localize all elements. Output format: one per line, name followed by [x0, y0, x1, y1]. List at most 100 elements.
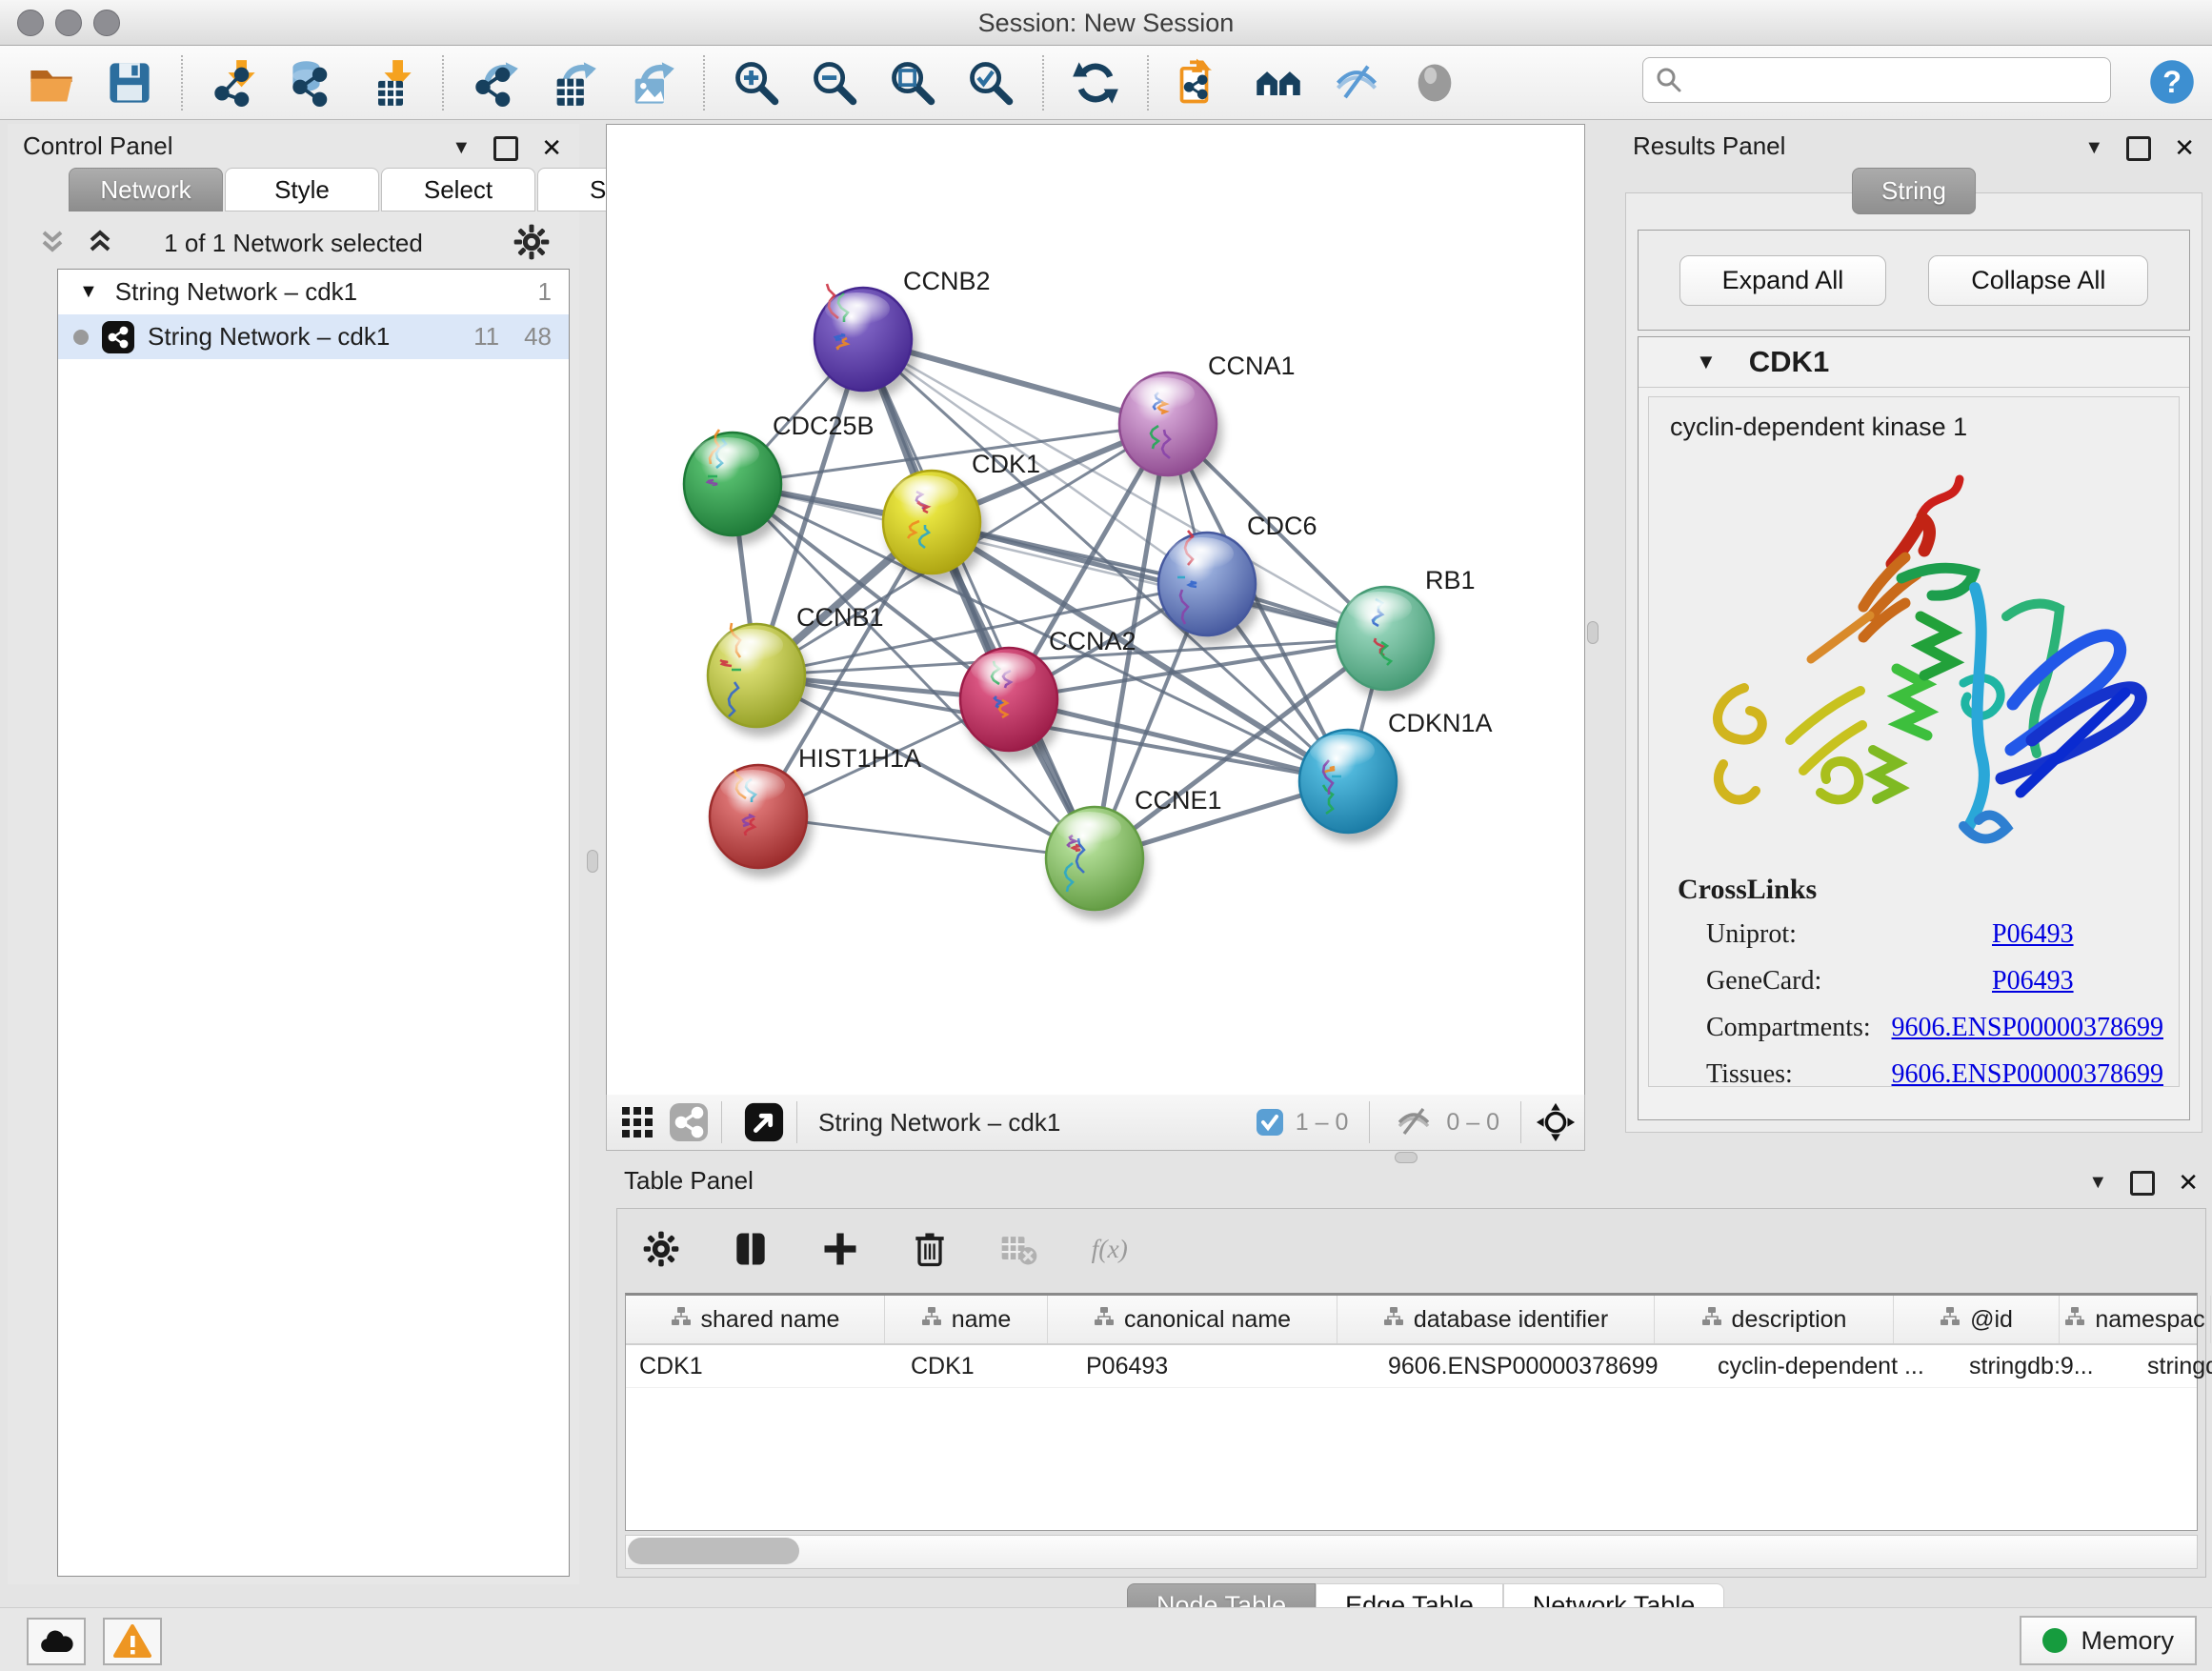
table-toolbar: f(x) [634, 1222, 1136, 1276]
network-graph[interactable]: CCNB2 CCNA1 CDC25B CDK1 CDC6 RB1 CCNB1 [607, 125, 1584, 1095]
table-cell[interactable]: cyclin-dependent ... [1704, 1345, 1956, 1387]
control-panel-collapse-icon[interactable]: ▼ [452, 137, 471, 159]
refresh-network-icon[interactable] [1069, 56, 1122, 110]
cloud-icon[interactable] [27, 1618, 86, 1665]
table-row[interactable]: CDK1CDK1P064939606.ENSP00000378699cyclin… [626, 1345, 2197, 1388]
search-input[interactable] [1693, 66, 2101, 94]
delete-table-icon[interactable] [993, 1222, 1046, 1276]
table-panel-collapse-icon[interactable]: ▼ [2088, 1172, 2107, 1194]
table-cell[interactable]: CDK1 [897, 1345, 1073, 1387]
tab-network[interactable]: Network [69, 168, 223, 211]
network-collection-row[interactable]: ▼ String Network – cdk1 1 [58, 270, 569, 314]
results-panel-float-icon[interactable] [2126, 136, 2151, 161]
left-splitter-grip[interactable] [587, 850, 598, 873]
network-row[interactable]: String Network – cdk1 11 48 [58, 314, 569, 359]
table-cell[interactable]: stringdb:9... [1956, 1345, 2134, 1387]
column-header-namespac[interactable]: namespac [2060, 1296, 2211, 1343]
help-icon[interactable]: ? [2145, 55, 2199, 109]
crosslink-link[interactable]: 9606.ENSP00000378699 [1892, 1059, 2163, 1087]
import-table-file-icon[interactable] [364, 56, 417, 110]
tab-select[interactable]: Select [381, 168, 535, 211]
hidden-elements-icon[interactable] [1391, 1101, 1437, 1143]
node-CDC25B[interactable]: CDC25B [684, 412, 875, 545]
network-share-icon[interactable] [668, 1101, 710, 1143]
node-CDC6[interactable]: CDC6 [1158, 512, 1317, 645]
table-panel-close-icon[interactable]: ✕ [2178, 1168, 2199, 1198]
table-panel: Table Panel ▼ ✕ f(x) shared namenamecano… [614, 1160, 2208, 1613]
results-panel-close-icon[interactable]: ✕ [2174, 133, 2195, 163]
node-CCNB2[interactable]: CCNB2 [814, 267, 991, 400]
gene-section-expander-icon[interactable]: ▼ [1696, 350, 1717, 374]
column-header-description[interactable]: description [1655, 1296, 1894, 1343]
tab-string[interactable]: String [1852, 168, 1976, 214]
results-panel-collapse-icon[interactable]: ▼ [2084, 137, 2103, 159]
control-panel-title: Control Panel [23, 131, 173, 161]
column-header--id[interactable]: @id [1894, 1296, 2060, 1343]
first-neighbors-icon[interactable] [1252, 56, 1305, 110]
column-header-name[interactable]: name [885, 1296, 1048, 1343]
right-splitter-grip[interactable] [1587, 621, 1599, 644]
tree-expander-icon[interactable]: ▼ [79, 281, 98, 303]
table-cell[interactable]: CDK1 [626, 1345, 897, 1387]
table-panel-float-icon[interactable] [2130, 1171, 2155, 1196]
node-RB1[interactable]: RB1 [1337, 566, 1476, 699]
search-box[interactable] [1642, 57, 2111, 103]
table-settings-gear-icon[interactable] [634, 1222, 688, 1276]
hide-selected-icon[interactable] [1330, 56, 1383, 110]
warning-icon[interactable] [103, 1618, 162, 1665]
export-table-icon[interactable] [547, 56, 600, 110]
node-CCNA1[interactable]: CCNA1 [1119, 352, 1296, 485]
node-HIST1H1A[interactable]: HIST1H1A [710, 744, 921, 877]
add-column-icon[interactable] [814, 1222, 867, 1276]
open-session-icon[interactable] [25, 56, 78, 110]
node-label-CCNB1: CCNB1 [796, 603, 884, 632]
delete-column-icon[interactable] [903, 1222, 956, 1276]
crosslink-link[interactable]: P06493 [1992, 966, 2074, 997]
zoom-fit-icon[interactable] [886, 56, 939, 110]
memory-button[interactable]: Memory [2020, 1616, 2197, 1665]
import-network-database-icon[interactable] [286, 56, 339, 110]
fit-content-crosshair-icon[interactable] [1535, 1101, 1577, 1143]
import-network-file-icon[interactable] [208, 56, 261, 110]
crosslink-link[interactable]: 9606.ENSP00000378699 [1892, 1013, 2163, 1043]
table-cell[interactable]: 9606.ENSP00000378699 [1375, 1345, 1704, 1387]
export-network-icon[interactable] [469, 56, 522, 110]
network-panel-gear-icon[interactable] [511, 221, 553, 263]
zoom-in-icon[interactable] [730, 56, 783, 110]
birds-eye-view-icon[interactable] [743, 1101, 785, 1143]
memory-label: Memory [2081, 1626, 2174, 1656]
crosslink-link[interactable]: P06493 [1992, 919, 2074, 950]
expand-all-button[interactable]: Expand All [1679, 255, 1887, 306]
node-label-CCNB2: CCNB2 [903, 267, 991, 295]
save-session-icon[interactable] [103, 56, 156, 110]
zoom-selected-icon[interactable] [964, 56, 1017, 110]
node-label-RB1: RB1 [1425, 566, 1476, 594]
window-title: Session: New Session [0, 9, 2212, 38]
column-header-shared-name[interactable]: shared name [626, 1296, 885, 1343]
scrollbar-thumb[interactable] [628, 1538, 799, 1564]
grid-view-icon[interactable] [616, 1101, 658, 1143]
collapse-all-button[interactable]: Collapse All [1928, 255, 2148, 306]
clone-network-icon[interactable] [1174, 56, 1227, 110]
zoom-out-icon[interactable] [808, 56, 861, 110]
gene-section-header[interactable]: ▼ CDK1 [1639, 337, 2189, 388]
selected-nodes-checkbox-icon[interactable] [1254, 1101, 1286, 1143]
network-view-statusbar: String Network – cdk1 1 – 0 0 – 0 [606, 1095, 1585, 1151]
node-CDKN1A[interactable]: CDKN1A [1299, 709, 1493, 842]
table-horizontal-scrollbar[interactable] [625, 1535, 2198, 1569]
table-cell[interactable]: stringdb [2134, 1345, 2212, 1387]
network-label: String Network – cdk1 [148, 322, 390, 352]
network-canvas[interactable]: CCNB2 CCNA1 CDC25B CDK1 CDC6 RB1 CCNB1 [606, 124, 1585, 1096]
column-header-canonical-name[interactable]: canonical name [1048, 1296, 1337, 1343]
tab-style[interactable]: Style [225, 168, 379, 211]
show-all-icon[interactable] [1408, 56, 1461, 110]
export-image-icon[interactable] [625, 56, 678, 110]
control-panel-close-icon[interactable]: ✕ [541, 133, 562, 163]
column-header-database-identifier[interactable]: database identifier [1337, 1296, 1655, 1343]
control-panel-float-icon[interactable] [493, 136, 518, 161]
node-table[interactable]: shared namenamecanonical namedatabase id… [625, 1293, 2198, 1531]
column-visibility-icon[interactable] [724, 1222, 777, 1276]
function-builder-icon[interactable]: f(x) [1082, 1222, 1136, 1276]
table-cell[interactable]: P06493 [1073, 1345, 1375, 1387]
network-status-dot-icon [73, 330, 89, 345]
